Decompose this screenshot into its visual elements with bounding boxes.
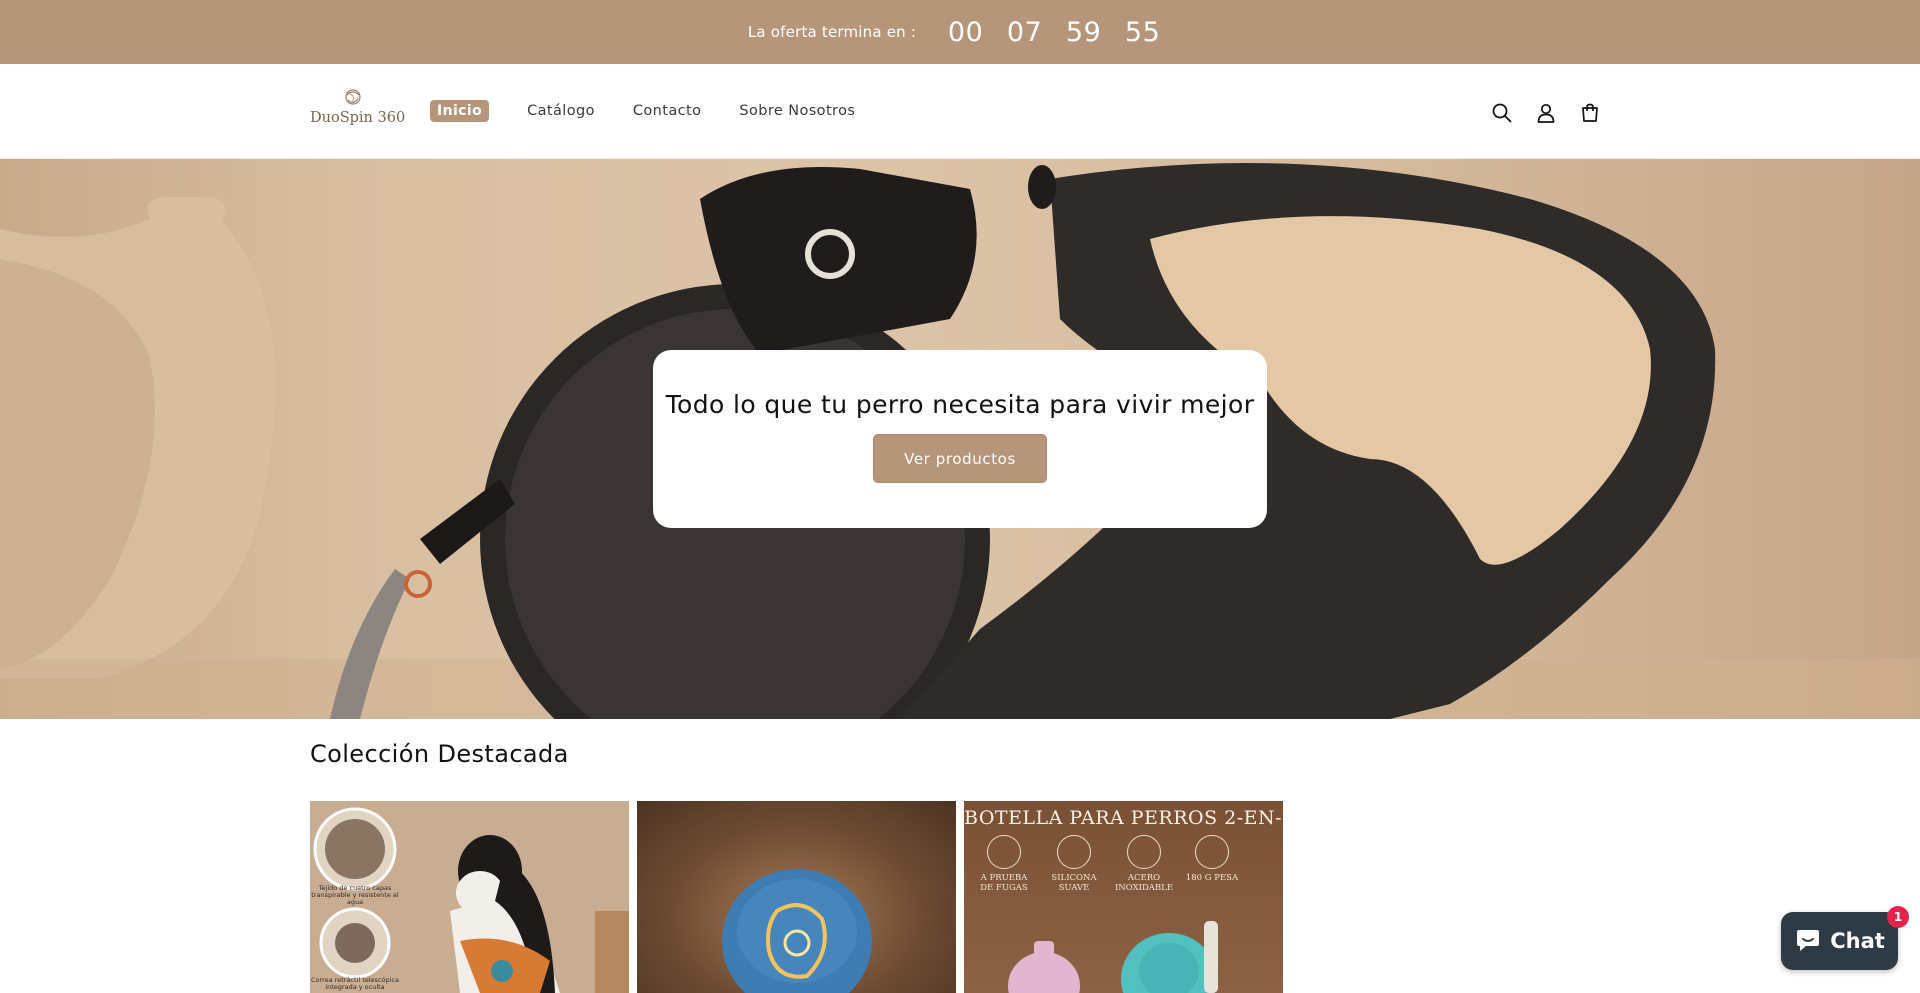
site-header: DuoSpin 360 Inicio Catálogo Contacto Sob…: [0, 64, 1920, 159]
cart-icon[interactable]: [1576, 99, 1604, 127]
view-products-button[interactable]: Ver productos: [874, 435, 1046, 482]
main-nav: Inicio Catálogo Contacto Sobre Nosotros: [430, 100, 893, 122]
hero-heading: Todo lo que tu perro necesita para vivir…: [665, 390, 1255, 419]
product-card-bottle[interactable]: BOTELLA PARA PERROS 2-EN-1 A PRUEBA DE F…: [964, 801, 1283, 993]
product-image-ball: [722, 869, 872, 993]
countdown-minutes: 59: [1065, 16, 1102, 48]
logo[interactable]: DuoSpin 360: [310, 86, 405, 136]
chat-label: Chat: [1830, 929, 1885, 953]
product-image-bottle: [1008, 921, 1218, 993]
nav-item-sobre-nosotros[interactable]: Sobre Nosotros: [739, 103, 855, 119]
chat-widget-button[interactable]: Chat 1: [1781, 906, 1909, 970]
announcement-bar: La oferta termina en : 00 07 59 55: [0, 0, 1920, 64]
countdown-seconds: 55: [1124, 16, 1161, 48]
countdown-days: 00: [947, 16, 984, 48]
nav-item-catalogo[interactable]: Catálogo: [527, 103, 595, 119]
product-card-harness[interactable]: Tejido de cuatro capas transpirable y re…: [310, 801, 629, 993]
logo-mark-icon: [345, 89, 361, 105]
search-icon[interactable]: [1488, 99, 1516, 127]
chat-unread-badge: 1: [1887, 906, 1909, 928]
header-icons: [1488, 99, 1620, 127]
logo-text: DuoSpin 360: [310, 110, 406, 126]
hero-card: Todo lo que tu perro necesita para vivir…: [653, 350, 1267, 528]
card1-caption-2: Correa retráctil telescópica integrada y…: [311, 976, 399, 991]
nav-item-contacto[interactable]: Contacto: [633, 103, 702, 119]
product-card-ball[interactable]: [637, 801, 956, 993]
hero-banner: Todo lo que tu perro necesita para vivir…: [0, 159, 1920, 719]
account-icon[interactable]: [1532, 99, 1560, 127]
card1-caption-1: Tejido de cuatro capas transpirable y re…: [311, 884, 399, 906]
countdown-hours: 07: [1006, 16, 1043, 48]
chat-bubble-icon: [1797, 930, 1820, 951]
featured-collection-title: Colección Destacada: [310, 740, 569, 768]
nav-item-inicio[interactable]: Inicio: [430, 100, 490, 122]
countdown-label: La oferta termina en :: [747, 23, 917, 41]
